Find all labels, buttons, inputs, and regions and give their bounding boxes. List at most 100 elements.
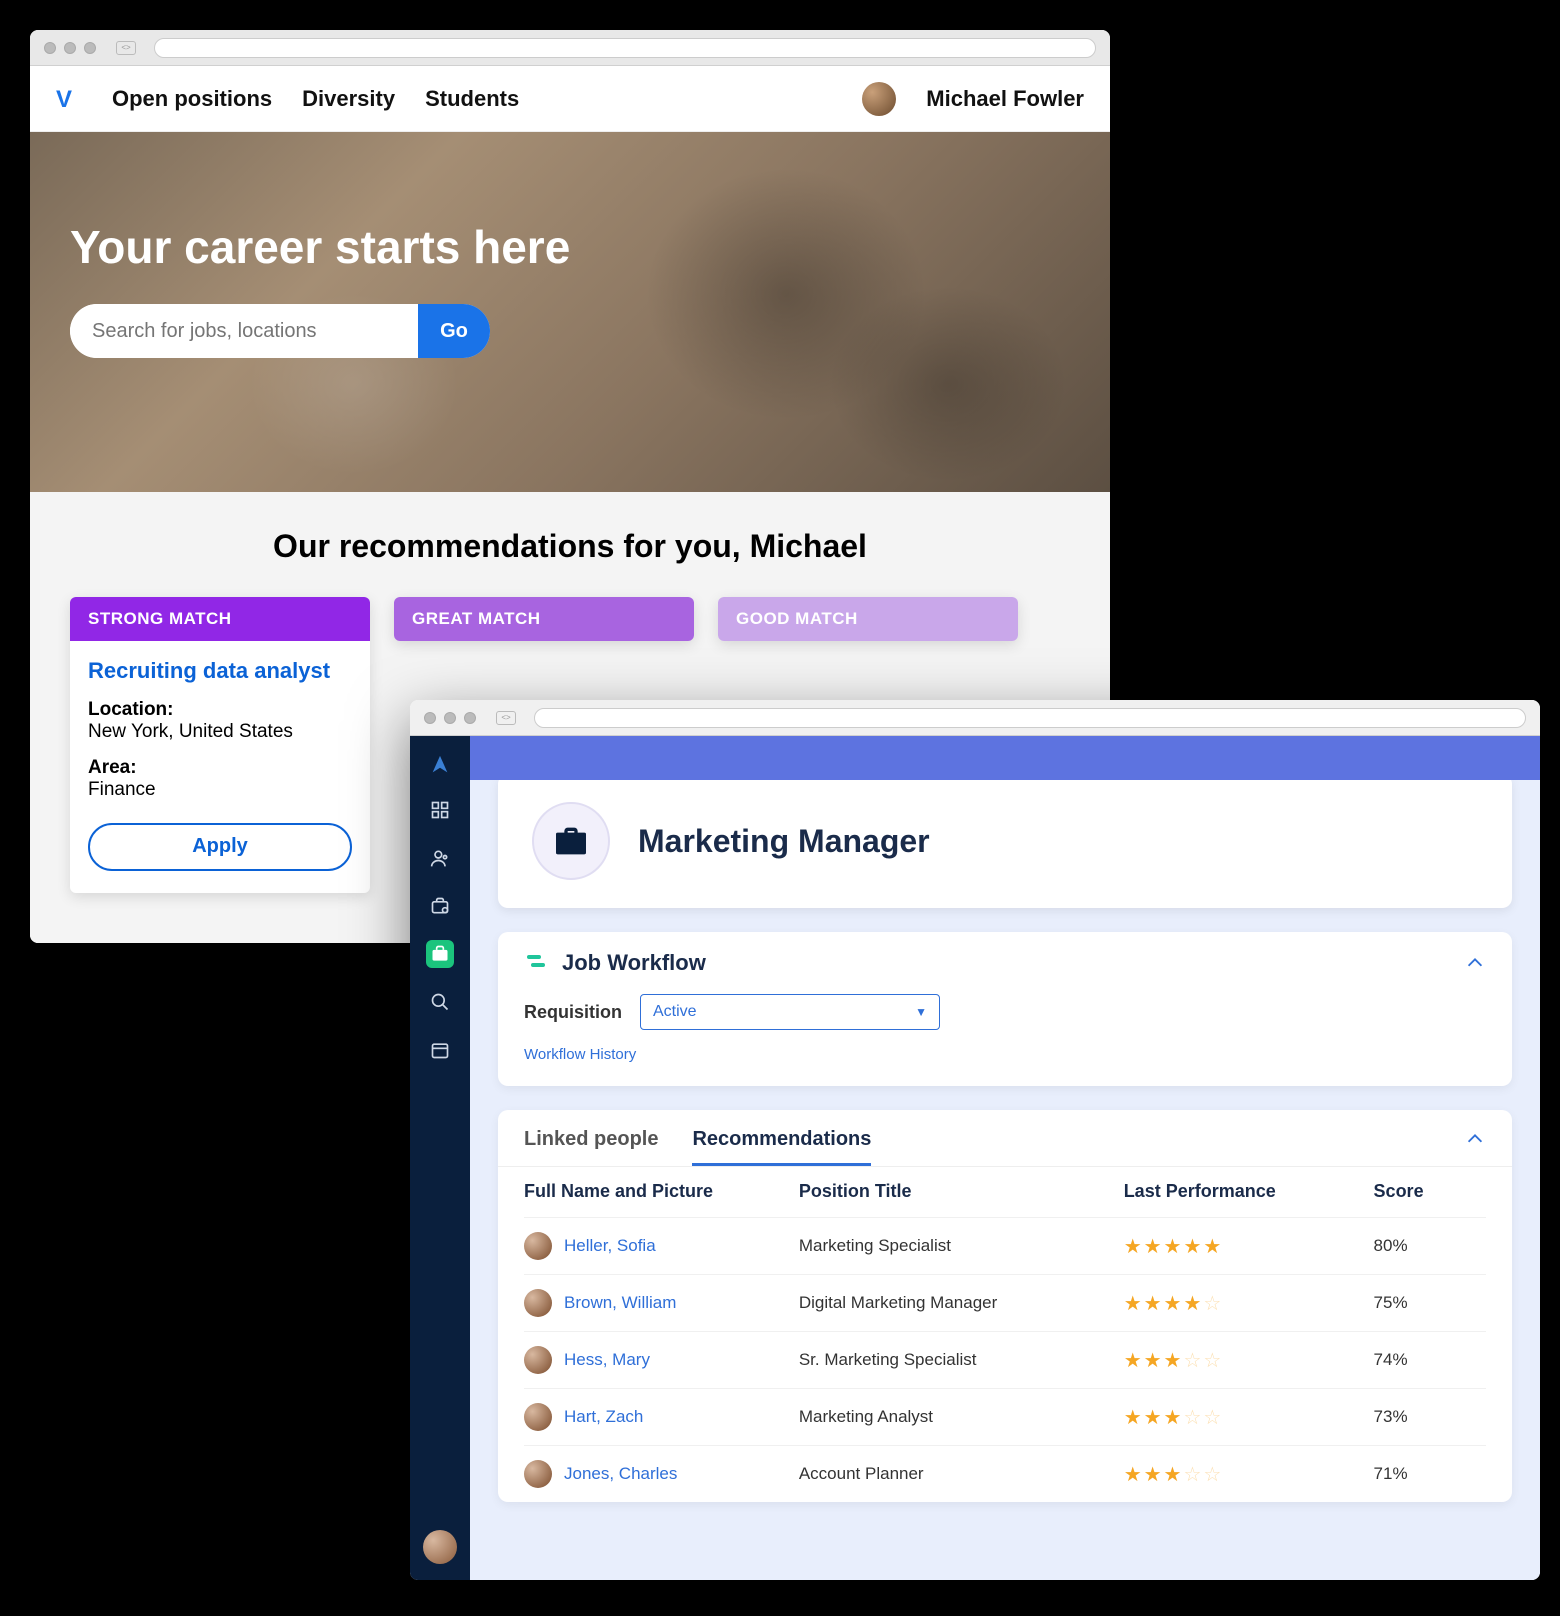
chevron-up-icon[interactable] <box>1464 1128 1486 1166</box>
table-row: Hart, Zach Marketing Analyst★★★☆☆73% <box>524 1388 1486 1445</box>
col-performance: Last Performance <box>1124 1181 1374 1202</box>
job-title-text: Marketing Manager <box>638 823 930 860</box>
ats-sidebar <box>410 736 470 1580</box>
area-label: Area: <box>88 757 352 779</box>
workflow-history-link[interactable]: Workflow History <box>524 1046 636 1063</box>
recs-heading: Our recommendations for you, Michael <box>70 528 1070 565</box>
score-value: 71% <box>1374 1464 1486 1484</box>
position-value: Sr. Marketing Specialist <box>799 1350 1124 1370</box>
nav-diversity[interactable]: Diversity <box>302 86 395 112</box>
table-header: Full Name and Picture Position Title Las… <box>524 1167 1486 1217</box>
job-title[interactable]: Recruiting data analyst <box>88 657 352 685</box>
tab-recommendations[interactable]: Recommendations <box>692 1128 871 1166</box>
col-score: Score <box>1374 1181 1486 1202</box>
search-input[interactable] <box>70 304 418 358</box>
table-row: Hess, Mary Sr. Marketing Specialist★★★☆☆7… <box>524 1331 1486 1388</box>
col-name: Full Name and Picture <box>524 1181 799 1202</box>
workflow-icon <box>524 951 548 975</box>
star-rating: ★★★☆☆ <box>1124 1405 1374 1430</box>
match-badge: GREAT MATCH <box>394 597 694 641</box>
window-chrome: <> <box>410 700 1540 736</box>
search-go-button[interactable]: Go <box>418 304 490 358</box>
sidebar-jobs-icon[interactable] <box>426 940 454 968</box>
tab-linked-people[interactable]: Linked people <box>524 1128 658 1166</box>
score-value: 74% <box>1374 1350 1486 1370</box>
traffic-dot-min[interactable] <box>64 42 76 54</box>
star-rating: ★★★☆☆ <box>1124 1462 1374 1487</box>
rec-card-great: GREAT MATCH <box>394 597 694 641</box>
table-row: Brown, William Digital Marketing Manager★… <box>524 1274 1486 1331</box>
sidebar-people-icon[interactable] <box>426 844 454 872</box>
avatar <box>524 1289 552 1317</box>
ats-logo-icon[interactable] <box>429 754 451 776</box>
nav-open-positions[interactable]: Open positions <box>112 86 272 112</box>
recommendations-panel: Linked people Recommendations Full Name … <box>498 1110 1512 1502</box>
avatar <box>524 1403 552 1431</box>
avatar <box>524 1346 552 1374</box>
position-value: Account Planner <box>799 1464 1124 1484</box>
person-name-link[interactable]: Hess, Mary <box>564 1350 650 1370</box>
briefcase-icon <box>532 802 610 880</box>
url-bar[interactable] <box>154 38 1096 58</box>
match-badge: STRONG MATCH <box>70 597 370 641</box>
col-position: Position Title <box>799 1181 1124 1202</box>
chevron-up-icon[interactable] <box>1464 952 1486 974</box>
traffic-dot-min[interactable] <box>444 712 456 724</box>
nav-back-forward-icon[interactable]: <> <box>496 711 516 725</box>
window-chrome: <> <box>30 30 1110 66</box>
avatar <box>524 1460 552 1488</box>
user-avatar[interactable] <box>862 82 896 116</box>
area-value: Finance <box>88 779 352 801</box>
ats-topbar <box>470 736 1540 780</box>
nav-students[interactable]: Students <box>425 86 519 112</box>
match-badge: GOOD MATCH <box>718 597 1018 641</box>
position-value: Marketing Analyst <box>799 1407 1124 1427</box>
job-title-card: Marketing Manager <box>498 780 1512 908</box>
star-rating: ★★★☆☆ <box>1124 1348 1374 1373</box>
person-name-link[interactable]: Brown, William <box>564 1293 676 1313</box>
score-value: 80% <box>1374 1236 1486 1256</box>
table-row: Heller, Sofia Marketing Specialist★★★★★80… <box>524 1217 1486 1274</box>
score-value: 75% <box>1374 1293 1486 1313</box>
brand-logo-icon[interactable]: V <box>56 86 82 112</box>
star-rating: ★★★★★ <box>1124 1234 1374 1259</box>
hero-banner: Your career starts here Go <box>30 132 1110 492</box>
chevron-down-icon: ▼ <box>915 1005 927 1019</box>
position-value: Digital Marketing Manager <box>799 1293 1124 1313</box>
person-name-link[interactable]: Heller, Sofia <box>564 1236 656 1256</box>
person-name-link[interactable]: Hart, Zach <box>564 1407 643 1427</box>
workflow-panel: Job Workflow Requisition Active ▼ <box>498 932 1512 1086</box>
hero-title: Your career starts here <box>70 220 1070 274</box>
requisition-label: Requisition <box>524 1002 622 1023</box>
requisition-value: Active <box>653 1003 697 1021</box>
user-name-label: Michael Fowler <box>926 86 1084 112</box>
search-bar: Go <box>70 304 490 358</box>
apply-button[interactable]: Apply <box>88 823 352 871</box>
table-row: Jones, Charles Account Planner★★★☆☆71% <box>524 1445 1486 1502</box>
url-bar[interactable] <box>534 708 1526 728</box>
workflow-heading: Job Workflow <box>562 950 706 976</box>
nav-back-forward-icon[interactable]: <> <box>116 41 136 55</box>
top-nav: V Open positions Diversity Students Mich… <box>30 66 1110 132</box>
sidebar-briefcase-settings-icon[interactable] <box>426 892 454 920</box>
score-value: 73% <box>1374 1407 1486 1427</box>
traffic-dot-close[interactable] <box>44 42 56 54</box>
traffic-dot-max[interactable] <box>464 712 476 724</box>
rec-card-good: GOOD MATCH <box>718 597 1018 641</box>
sidebar-search-icon[interactable] <box>426 988 454 1016</box>
sidebar-calendar-icon[interactable] <box>426 1036 454 1064</box>
avatar <box>524 1232 552 1260</box>
sidebar-dashboard-icon[interactable] <box>426 796 454 824</box>
star-rating: ★★★★☆ <box>1124 1291 1374 1316</box>
location-value: New York, United States <box>88 721 352 743</box>
ats-main: Marketing Manager Job Workflow <box>470 736 1540 1580</box>
person-name-link[interactable]: Jones, Charles <box>564 1464 677 1484</box>
rec-card-strong: STRONG MATCH Recruiting data analyst Loc… <box>70 597 370 893</box>
location-label: Location: <box>88 699 352 721</box>
traffic-dot-max[interactable] <box>84 42 96 54</box>
position-value: Marketing Specialist <box>799 1236 1124 1256</box>
traffic-dot-close[interactable] <box>424 712 436 724</box>
requisition-select[interactable]: Active ▼ <box>640 994 940 1030</box>
sidebar-user-avatar[interactable] <box>423 1530 457 1564</box>
ats-window: <> <box>410 700 1540 1580</box>
